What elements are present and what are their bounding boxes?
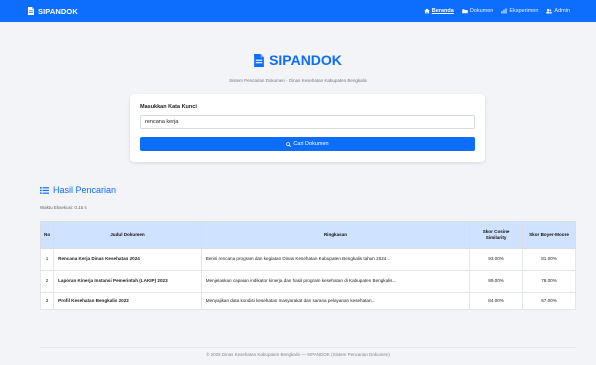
cell-boyer: 67.00%: [522, 292, 576, 310]
navbar: SIPANDOK Beranda Dokumen Eksperimen Admi…: [0, 0, 596, 22]
hero: SIPANDOK Sistem Pencarian Dokumen - Dina…: [0, 52, 596, 83]
search-button[interactable]: Cari Dokumen: [140, 137, 475, 151]
cell-summary: Menyajikan data kondisi kesehatan masyar…: [200, 292, 471, 310]
results-title-text: Hasil Pencarian: [53, 185, 117, 195]
cell-no: 1: [39, 248, 55, 271]
search-card: Masukkan Kata Kunci Cari Dokumen: [130, 94, 485, 162]
nav-link-label: Admin: [554, 8, 570, 14]
table-row[interactable]: 2 Laporan Kinerja Instansi Pemerintah (L…: [39, 270, 576, 293]
cell-cosine: 84.00%: [469, 292, 524, 310]
cell-summary: Berisi rencana program dan kegiatan Dina…: [200, 248, 471, 271]
results-table: No Judul Dokumen Ringkasan Skor Cosine S…: [39, 221, 576, 310]
header-no: No: [39, 221, 55, 249]
nav-link-admin[interactable]: Admin: [546, 8, 570, 14]
nav-link-label: Eksperimen: [509, 8, 539, 14]
page-title-text: SIPANDOK: [269, 52, 342, 68]
chart-icon: [501, 8, 507, 14]
search-label: Masukkan Kata Kunci: [140, 104, 197, 110]
table-header-row: No Judul Dokumen Ringkasan Skor Cosine S…: [39, 221, 576, 249]
users-icon: [546, 8, 553, 14]
cell-no: 2: [39, 270, 55, 293]
cell-no: 3: [39, 292, 55, 310]
cell-title: Laporan Kinerja Instansi Pemerintah (LAK…: [53, 270, 202, 293]
nav-links: Beranda Dokumen Eksperimen Admin: [424, 8, 570, 14]
nav-link-eksperimen[interactable]: Eksperimen: [501, 8, 538, 14]
execution-time: Waktu Eksekusi: 0.15 s: [40, 205, 87, 210]
cell-cosine: 89.00%: [469, 270, 524, 293]
header-boyer: Skor Boyer-Moore: [522, 221, 576, 249]
cell-boyer: 81.00%: [522, 248, 576, 271]
nav-link-label: Dokumen: [469, 8, 494, 14]
table-row[interactable]: 1 Rencana Kerja Dinas Kesehatan 2024 Ber…: [39, 248, 576, 271]
brand[interactable]: SIPANDOK: [28, 7, 78, 16]
footer: © 2025 Dinas Kesehatan Kabupaten Bengkal…: [206, 352, 390, 357]
cell-title: Profil Kesehatan Bengkalis 2022: [53, 292, 202, 310]
home-icon: [424, 8, 430, 14]
file-icon: [28, 7, 34, 15]
search-icon: [286, 141, 292, 147]
cell-cosine: 93.00%: [469, 248, 524, 271]
cell-summary: Menjelaskan capaian indikator kinerja da…: [200, 270, 471, 293]
search-input[interactable]: [140, 115, 475, 129]
file-icon: [254, 53, 264, 67]
nav-link-dokumen[interactable]: Dokumen: [462, 8, 494, 14]
table-row[interactable]: 3 Profil Kesehatan Bengkalis 2022 Menyaj…: [39, 292, 576, 310]
footer-divider: [40, 347, 576, 348]
folder-icon: [462, 9, 468, 14]
page-subtitle: Sistem Pencarian Dokumen - Dinas Kesehat…: [229, 77, 367, 83]
list-icon: [40, 186, 49, 194]
page-title: SIPANDOK: [254, 52, 342, 68]
brand-name: SIPANDOK: [38, 6, 78, 16]
header-title: Judul Dokumen: [53, 221, 202, 249]
nav-link-label: Beranda: [431, 8, 454, 14]
nav-link-beranda[interactable]: Beranda: [424, 8, 454, 14]
cell-boyer: 78.00%: [522, 270, 576, 293]
search-button-label: Cari Dokumen: [293, 141, 329, 147]
header-cosine: Skor Cosine Similarity: [469, 221, 524, 249]
header-summary: Ringkasan: [200, 221, 471, 249]
results-title: Hasil Pencarian: [40, 185, 116, 195]
cell-title: Rencana Kerja Dinas Kesehatan 2024: [53, 248, 202, 271]
